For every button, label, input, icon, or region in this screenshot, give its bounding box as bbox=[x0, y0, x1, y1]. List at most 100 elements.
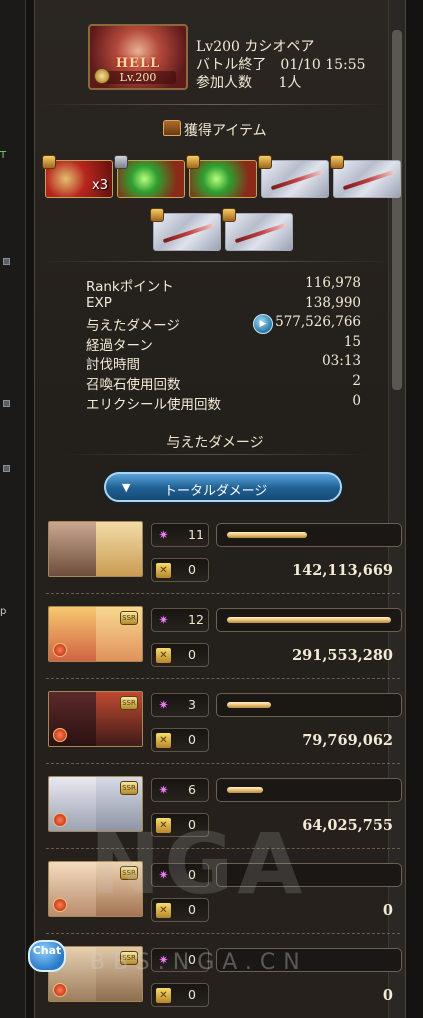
weapon-icon bbox=[270, 169, 324, 191]
stat-value: 03:13 bbox=[322, 353, 361, 370]
outer-mark: T bbox=[0, 150, 7, 161]
stat-value: 577,526,766 bbox=[275, 314, 361, 331]
damage-bar-fill bbox=[227, 617, 391, 623]
dropdown-triangle-icon: ▼ bbox=[122, 481, 131, 494]
chest-badge-icon bbox=[330, 155, 344, 169]
sparkle-icon: ✷ bbox=[158, 613, 169, 627]
hit-count: 3 bbox=[188, 697, 196, 712]
element-icon bbox=[53, 898, 67, 912]
outer-square-icon bbox=[3, 465, 10, 472]
element-icon bbox=[53, 643, 67, 657]
row-divider bbox=[46, 593, 400, 594]
element-icon bbox=[53, 813, 67, 827]
stat-label: 召喚石使用回数 bbox=[86, 377, 181, 393]
chest-badge-icon bbox=[186, 155, 200, 169]
sparkle-icon: ✷ bbox=[158, 783, 169, 797]
damage-value: 0 bbox=[382, 902, 393, 919]
buff-count-pill: ✕ 0 bbox=[151, 983, 209, 1007]
stat-label: Rankポイント bbox=[86, 279, 174, 295]
buff-count: 0 bbox=[188, 732, 196, 747]
damage-value: 79,769,062 bbox=[302, 732, 393, 749]
buff-count: 0 bbox=[188, 987, 196, 1002]
total-damage-label: トータルダメージ bbox=[164, 484, 268, 499]
participants-label: 参加人数 bbox=[196, 75, 252, 91]
damage-detail-play-button[interactable]: ▶ bbox=[253, 314, 273, 334]
damage-value: 64,025,755 bbox=[302, 817, 393, 834]
portrait-art bbox=[96, 522, 142, 576]
sparkle-icon: ✷ bbox=[158, 528, 169, 542]
stat-value: 0 bbox=[352, 392, 361, 409]
buff-count-pill: ✕ 0 bbox=[151, 643, 209, 667]
row-divider bbox=[46, 678, 400, 679]
items-section-title: 獲得アイテム bbox=[184, 123, 267, 139]
buff-count-pill: ✕ 0 bbox=[151, 728, 209, 752]
stat-value: 138,990 bbox=[305, 294, 361, 311]
quest-banner: HELL Lv.200 bbox=[88, 24, 188, 90]
damage-value: 142,113,669 bbox=[292, 562, 393, 579]
buff-count: 0 bbox=[188, 647, 196, 662]
crossed-swords-icon: ✕ bbox=[156, 648, 171, 663]
character-portrait[interactable]: SSR bbox=[48, 691, 143, 747]
damage-bar bbox=[216, 778, 402, 802]
element-icon bbox=[53, 983, 67, 997]
chest-badge-icon bbox=[258, 155, 272, 169]
weapon-icon bbox=[162, 222, 216, 244]
damage-bar bbox=[216, 523, 402, 547]
buff-count-pill: ✕ 0 bbox=[151, 558, 209, 582]
rarity-icon: SSR bbox=[120, 781, 138, 795]
sparkle-icon: ✷ bbox=[158, 698, 169, 712]
outer-square-icon bbox=[3, 258, 10, 265]
quest-name: Lv200 カシオペア bbox=[196, 39, 315, 55]
participants-value: 1人 bbox=[278, 75, 302, 91]
hit-count: 11 bbox=[188, 527, 204, 542]
stat-value: 116,978 bbox=[305, 275, 361, 291]
stat-label: 経過ターン bbox=[86, 337, 153, 354]
rarity-icon: SSR bbox=[120, 611, 138, 625]
quest-level-label: Lv.200 bbox=[100, 71, 176, 84]
damage-bar-fill bbox=[227, 787, 263, 793]
weapon-icon bbox=[234, 222, 288, 244]
character-portrait[interactable] bbox=[48, 521, 143, 577]
hit-count-pill: ✷ 12 bbox=[151, 608, 209, 632]
chest-badge-icon bbox=[150, 208, 164, 222]
row-divider bbox=[46, 763, 400, 764]
damage-value: 291,553,280 bbox=[292, 647, 393, 664]
hit-count-pill: ✷ 6 bbox=[151, 778, 209, 802]
character-portrait[interactable]: SSR bbox=[48, 606, 143, 662]
total-damage-dropdown[interactable]: ▼ トータルダメージ bbox=[104, 472, 342, 502]
treasure-chest-icon bbox=[163, 120, 181, 136]
watermark-site: BBS.NGA.CN bbox=[90, 950, 308, 975]
watermark-logo: NGA bbox=[90, 815, 307, 913]
hit-count-pill: ✷ 3 bbox=[151, 693, 209, 717]
gem-icon bbox=[94, 68, 110, 84]
damage-section-title: 与えたダメージ bbox=[166, 435, 264, 451]
hit-count: 6 bbox=[188, 782, 196, 797]
stat-value: 2 bbox=[352, 373, 361, 389]
stat-label: 与えたダメージ bbox=[86, 318, 180, 335]
weapon-icon bbox=[342, 169, 396, 191]
divider bbox=[40, 104, 390, 105]
stat-label: 討伐時間 bbox=[86, 357, 140, 374]
chest-badge-icon bbox=[114, 155, 128, 169]
row-divider bbox=[46, 933, 400, 934]
rarity-icon: SSR bbox=[120, 696, 138, 710]
element-icon bbox=[53, 728, 67, 742]
scrollbar-thumb[interactable] bbox=[392, 30, 402, 390]
chest-badge-icon bbox=[222, 208, 236, 222]
outer-page-strip: T p bbox=[0, 0, 26, 1018]
crossed-swords-icon: ✕ bbox=[156, 988, 171, 1003]
damage-bar bbox=[216, 693, 402, 717]
damage-bar-fill bbox=[227, 532, 307, 538]
chest-badge-icon bbox=[42, 155, 56, 169]
divider bbox=[40, 261, 390, 262]
participants: 参加人数 1人 bbox=[196, 72, 301, 92]
hit-count-pill: ✷ 11 bbox=[151, 523, 209, 547]
divider bbox=[60, 454, 370, 455]
chat-button[interactable]: Chat bbox=[28, 940, 66, 972]
damage-bar-fill bbox=[227, 702, 271, 708]
outer-mark: p bbox=[0, 606, 7, 617]
hit-count: 12 bbox=[188, 612, 204, 627]
buff-count: 0 bbox=[188, 562, 196, 577]
crossed-swords-icon: ✕ bbox=[156, 563, 171, 578]
outer-square-icon bbox=[3, 400, 10, 407]
